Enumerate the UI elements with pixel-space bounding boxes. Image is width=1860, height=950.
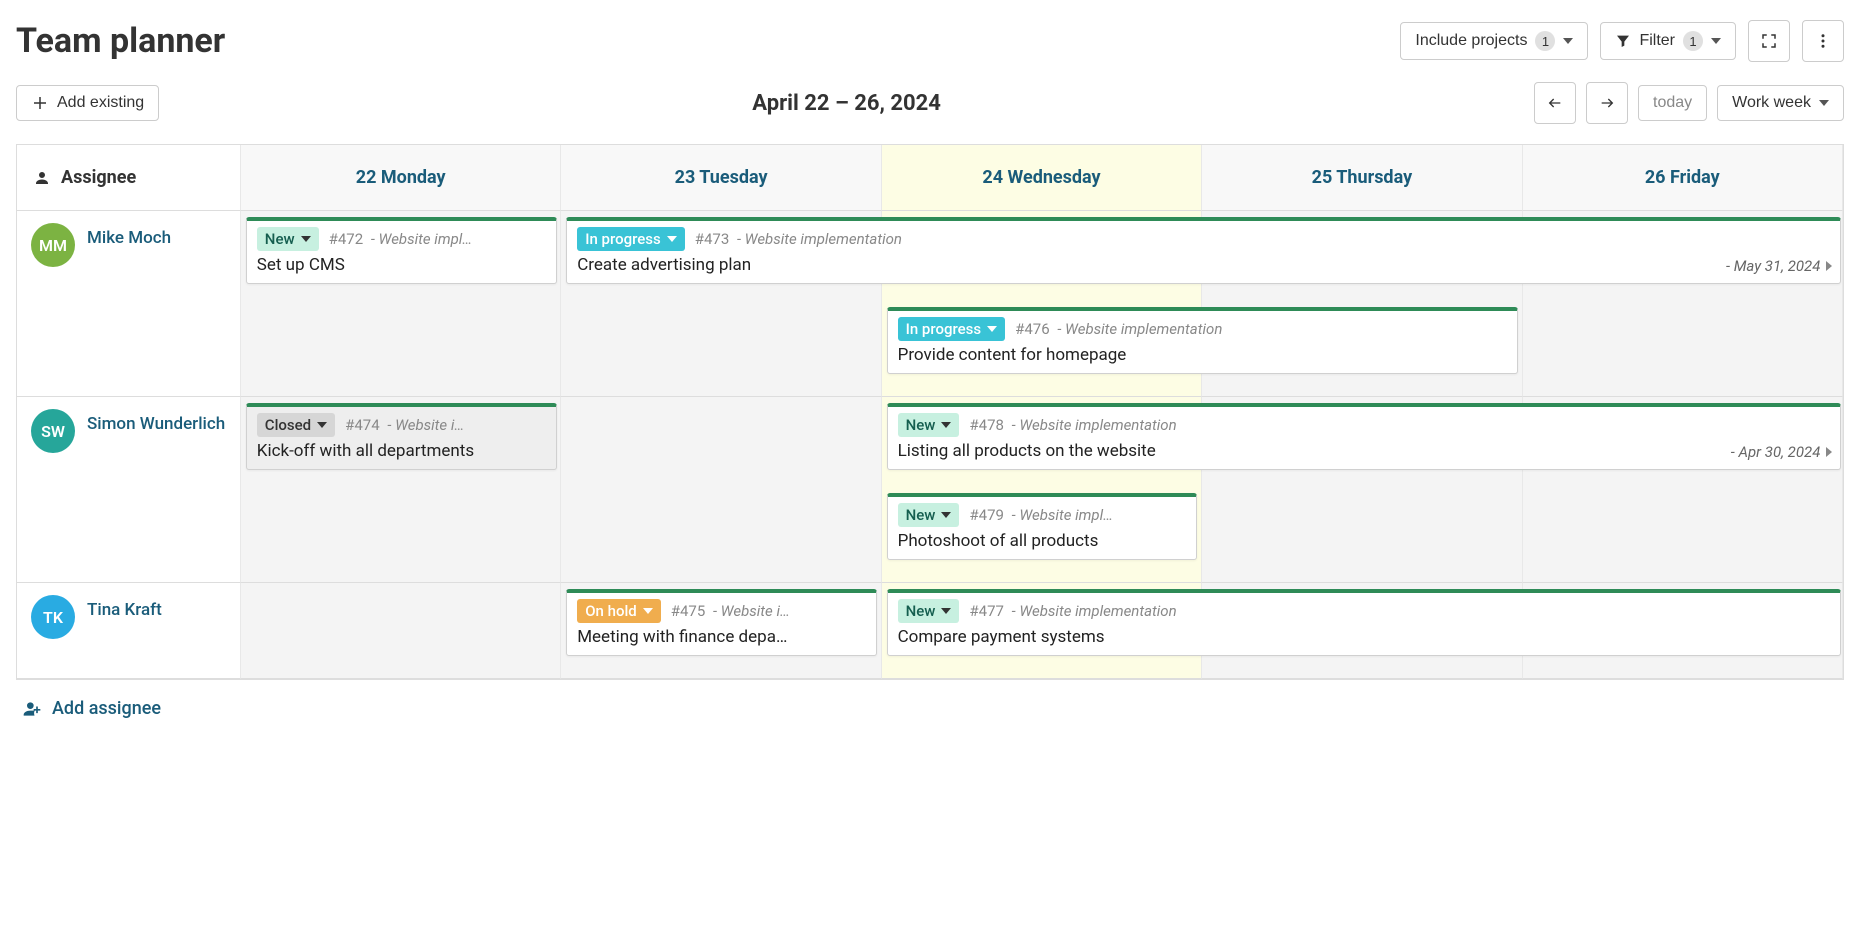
add-existing-button[interactable]: Add existing xyxy=(16,85,159,121)
status-chip[interactable]: New xyxy=(898,599,960,623)
day-header-tue[interactable]: 23 Tuesday xyxy=(561,145,881,211)
filter-count: 1 xyxy=(1683,31,1703,51)
assignee-column-header: Assignee xyxy=(17,145,241,211)
chevron-down-icon xyxy=(1563,38,1573,44)
assignee-cell-tina[interactable]: TK Tina Kraft xyxy=(17,583,241,679)
planner-grid: Assignee 22 Monday 23 Tuesday 24 Wednesd… xyxy=(16,144,1844,680)
task-extends-indicator: - May 31, 2024 xyxy=(1726,257,1832,275)
status-chip[interactable]: In progress xyxy=(577,227,685,251)
chevron-right-icon xyxy=(1826,261,1832,271)
day-header-wed[interactable]: 24 Wednesday xyxy=(882,145,1202,211)
task-card-479[interactable]: New #479 - Website impl… Photoshoot of a… xyxy=(887,493,1198,560)
day-header-mon[interactable]: 22 Monday xyxy=(241,145,561,211)
plus-icon xyxy=(31,94,49,112)
day-header-fri[interactable]: 26 Friday xyxy=(1523,145,1843,211)
view-mode-select[interactable]: Work week xyxy=(1717,85,1844,121)
task-title: Create advertising plan xyxy=(577,255,1830,275)
task-title: Photoshoot of all products xyxy=(898,531,1187,551)
chevron-right-icon xyxy=(1826,447,1832,457)
arrow-left-icon xyxy=(1547,95,1563,111)
add-assignee-button[interactable]: Add assignee xyxy=(16,680,167,737)
kebab-icon xyxy=(1814,32,1832,50)
avatar: MM xyxy=(31,223,75,267)
avatar: SW xyxy=(31,409,75,453)
task-card-478[interactable]: New #478 - Website implementation Listin… xyxy=(887,403,1842,470)
page-title: Team planner xyxy=(16,21,225,61)
status-chip[interactable]: New xyxy=(257,227,319,251)
person-icon xyxy=(33,169,51,187)
task-title: Set up CMS xyxy=(257,255,546,275)
task-title: Provide content for homepage xyxy=(898,345,1507,365)
task-extends-indicator: - Apr 30, 2024 xyxy=(1731,443,1833,461)
date-range: April 22 – 26, 2024 xyxy=(752,91,941,116)
add-person-icon xyxy=(22,699,42,719)
next-week-button[interactable] xyxy=(1586,82,1628,124)
task-title: Compare payment systems xyxy=(898,627,1831,647)
task-title: Listing all products on the website xyxy=(898,441,1831,461)
today-button[interactable]: today xyxy=(1638,85,1707,121)
task-card-472[interactable]: New #472 - Website impl… Set up CMS xyxy=(246,217,557,284)
assignee-cell-simon[interactable]: SW Simon Wunderlich xyxy=(17,397,241,583)
task-card-473[interactable]: In progress #473 - Website implementatio… xyxy=(566,217,1841,284)
assignee-name: Simon Wunderlich xyxy=(87,409,225,435)
assignee-cell-mike[interactable]: MM Mike Moch xyxy=(17,211,241,397)
task-card-474[interactable]: Closed #474 - Website i… Kick-off with a… xyxy=(246,403,557,470)
filter-button[interactable]: Filter 1 xyxy=(1600,22,1736,60)
task-card-477[interactable]: New #477 - Website implementation Compar… xyxy=(887,589,1842,656)
chevron-down-icon xyxy=(1711,38,1721,44)
task-title: Meeting with finance depa… xyxy=(577,627,866,647)
status-chip[interactable]: In progress xyxy=(898,317,1006,341)
assignee-name: Mike Moch xyxy=(87,223,171,249)
filter-icon xyxy=(1615,33,1631,49)
chevron-down-icon xyxy=(1819,100,1829,106)
task-card-476[interactable]: In progress #476 - Website implementatio… xyxy=(887,307,1518,374)
status-chip[interactable]: New xyxy=(898,503,960,527)
status-chip[interactable]: New xyxy=(898,413,960,437)
prev-week-button[interactable] xyxy=(1534,82,1576,124)
task-card-475[interactable]: On hold #475 - Website i… Meeting with f… xyxy=(566,589,877,656)
include-projects-button[interactable]: Include projects 1 xyxy=(1400,22,1588,60)
include-projects-count: 1 xyxy=(1535,31,1555,51)
day-header-thu[interactable]: 25 Thursday xyxy=(1202,145,1522,211)
more-menu-button[interactable] xyxy=(1802,20,1844,62)
assignee-name: Tina Kraft xyxy=(87,595,162,621)
fullscreen-icon xyxy=(1760,32,1778,50)
status-chip[interactable]: Closed xyxy=(257,413,335,437)
avatar: TK xyxy=(31,595,75,639)
arrow-right-icon xyxy=(1599,95,1615,111)
status-chip[interactable]: On hold xyxy=(577,599,661,623)
task-title: Kick-off with all departments xyxy=(257,441,546,461)
fullscreen-button[interactable] xyxy=(1748,20,1790,62)
